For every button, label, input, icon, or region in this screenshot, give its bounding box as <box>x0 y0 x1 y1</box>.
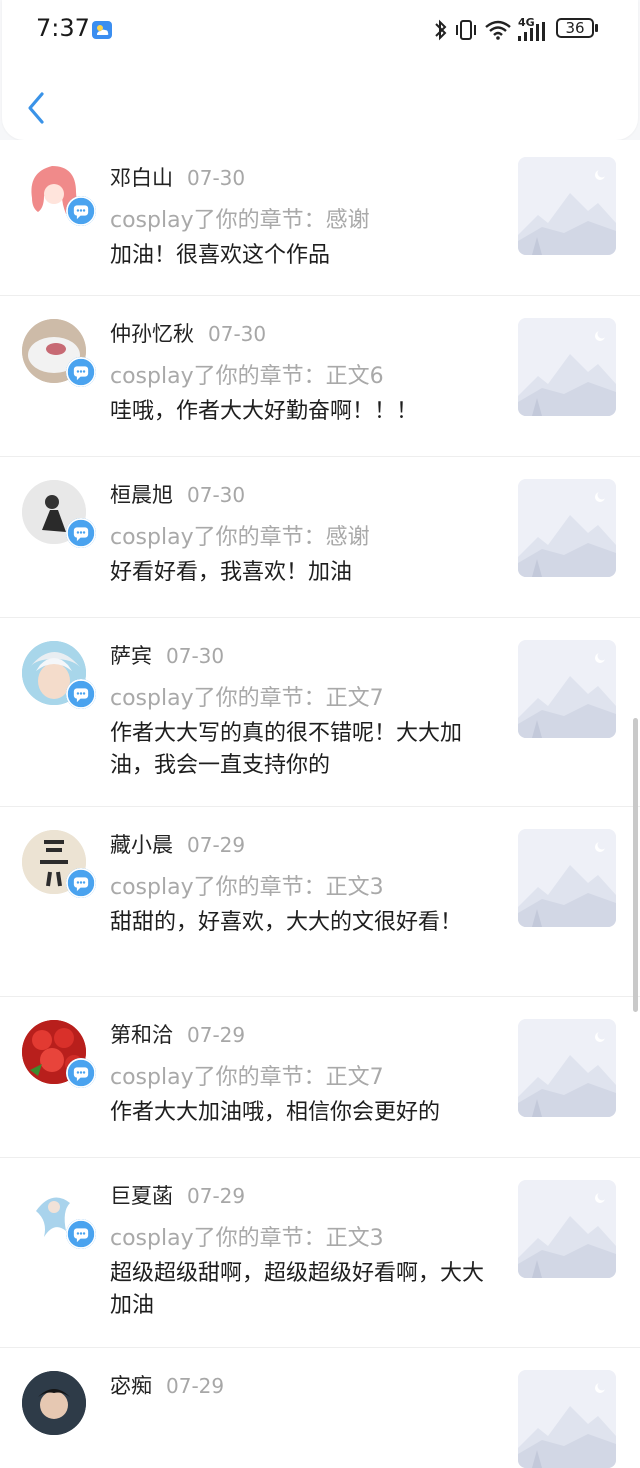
user-line: 桓晨旭 07-30 <box>110 479 245 509</box>
user-name[interactable]: 桓晨旭 <box>110 483 173 507</box>
avatar[interactable] <box>22 319 96 387</box>
user-name[interactable]: 仲孙忆秋 <box>110 322 194 346</box>
battery-tip <box>595 24 598 32</box>
user-line: 萨宾 07-30 <box>110 640 224 670</box>
chapter-thumbnail[interactable] <box>518 829 616 927</box>
wifi-icon <box>485 20 511 40</box>
top-area: 7:37 4G 36 <box>0 0 640 142</box>
action-text: cosplay了你的章节：正文7 <box>110 686 384 711</box>
comment-text: 甜甜的，好喜欢，大大的文很好看！ <box>110 910 463 935</box>
user-line: 宓痴 07-29 <box>110 1370 224 1400</box>
user-name[interactable]: 藏小晨 <box>110 833 173 857</box>
date: 07-30 <box>166 644 225 668</box>
user-name[interactable]: 邓白山 <box>110 166 173 190</box>
avatar[interactable] <box>22 1020 96 1088</box>
date: 07-30 <box>208 322 267 346</box>
avatar-image <box>22 1371 86 1435</box>
avatar[interactable] <box>22 1181 96 1249</box>
vibrate-icon <box>456 20 476 40</box>
list-item[interactable]: 宓痴 07-29 <box>0 1348 640 1468</box>
notification-list: 邓白山 07-30 cosplay了你的章节：感谢 加油！很喜欢这个作品 仲孙忆秋… <box>0 140 640 1468</box>
battery-icon: 36 <box>556 18 594 38</box>
date: 07-30 <box>187 166 246 190</box>
action-text: cosplay了你的章节：正文7 <box>110 1065 384 1090</box>
avatar[interactable] <box>22 158 96 226</box>
comment-text: 超级超级甜啊，超级超级好看啊，大大加油 <box>110 1261 485 1318</box>
action-text: cosplay了你的章节：正文6 <box>110 364 384 389</box>
date: 07-29 <box>187 833 246 857</box>
chapter-thumbnail[interactable] <box>518 1370 616 1468</box>
chapter-thumbnail[interactable] <box>518 640 616 738</box>
avatar[interactable] <box>22 1371 86 1435</box>
weather-icon <box>92 21 112 39</box>
battery-level: 36 <box>565 19 585 37</box>
chapter-thumbnail[interactable] <box>518 157 616 255</box>
scrollbar[interactable] <box>633 718 638 1012</box>
chevron-left-icon[interactable] <box>22 90 52 126</box>
list-item[interactable]: 邓白山 07-30 cosplay了你的章节：感谢 加油！很喜欢这个作品 <box>0 140 640 296</box>
user-line: 巨夏菡 07-29 <box>110 1180 245 1210</box>
action-text: cosplay了你的章节：感谢 <box>110 208 370 233</box>
avatar[interactable] <box>22 830 96 898</box>
avatar[interactable] <box>22 641 96 709</box>
date: 07-29 <box>166 1374 225 1398</box>
chapter-thumbnail[interactable] <box>518 479 616 577</box>
list-item[interactable]: 萨宾 07-30 cosplay了你的章节：正文7 作者大大写的真的很不错呢！大大… <box>0 618 640 807</box>
chat-badge-icon <box>66 518 96 548</box>
action-text: cosplay了你的章节：正文3 <box>110 1226 384 1251</box>
user-name[interactable]: 第和洽 <box>110 1023 173 1047</box>
chat-badge-icon <box>66 1058 96 1088</box>
chapter-thumbnail[interactable] <box>518 318 616 416</box>
chat-badge-icon <box>66 1219 96 1249</box>
comment-text: 好看好看，我喜欢！加油 <box>110 560 353 585</box>
chat-badge-icon <box>66 868 96 898</box>
status-bar: 7:37 4G 36 <box>0 0 640 60</box>
date: 07-29 <box>187 1023 246 1047</box>
comment-text: 作者大大写的真的很不错呢！大大加油，我会一直支持你的 <box>110 721 463 778</box>
bluetooth-icon <box>435 19 447 41</box>
list-item[interactable]: 仲孙忆秋 07-30 cosplay了你的章节：正文6 哇哦，作者大大好勤奋啊！！… <box>0 296 640 457</box>
chat-badge-icon <box>66 357 96 387</box>
user-name[interactable]: 萨宾 <box>110 644 152 668</box>
date: 07-30 <box>187 483 246 507</box>
status-icons: 4G 36 <box>434 16 604 44</box>
list-item[interactable]: 第和洽 07-29 cosplay了你的章节：正文7 作者大大加油哦，相信你会更好… <box>0 997 640 1158</box>
user-name[interactable]: 宓痴 <box>110 1374 152 1398</box>
list-item[interactable]: 藏小晨 07-29 cosplay了你的章节：正文3 甜甜的，好喜欢，大大的文很好… <box>0 807 640 997</box>
list-item[interactable]: 巨夏菡 07-29 cosplay了你的章节：正文3 超级超级甜啊，超级超级好看啊… <box>0 1158 640 1348</box>
list-item[interactable]: 桓晨旭 07-30 cosplay了你的章节：感谢 好看好看，我喜欢！加油 <box>0 457 640 618</box>
action-text: cosplay了你的章节：正文3 <box>110 875 384 900</box>
chapter-thumbnail[interactable] <box>518 1019 616 1117</box>
signal-icon <box>518 22 545 41</box>
action-text: cosplay了你的章节：感谢 <box>110 525 370 550</box>
date: 07-29 <box>187 1184 246 1208</box>
chat-badge-icon <box>66 196 96 226</box>
user-line: 邓白山 07-30 <box>110 162 245 192</box>
chapter-thumbnail[interactable] <box>518 1180 616 1278</box>
chat-badge-icon <box>66 679 96 709</box>
user-line: 藏小晨 07-29 <box>110 829 245 859</box>
status-time: 7:37 <box>36 14 90 42</box>
comment-text: 哇哦，作者大大好勤奋啊！！！ <box>110 399 419 424</box>
user-line: 仲孙忆秋 07-30 <box>110 318 266 348</box>
user-name[interactable]: 巨夏菡 <box>110 1184 173 1208</box>
comment-text: 加油！很喜欢这个作品 <box>110 243 331 268</box>
avatar[interactable] <box>22 480 96 548</box>
comment-text: 作者大大加油哦，相信你会更好的 <box>110 1100 441 1125</box>
user-line: 第和洽 07-29 <box>110 1019 245 1049</box>
